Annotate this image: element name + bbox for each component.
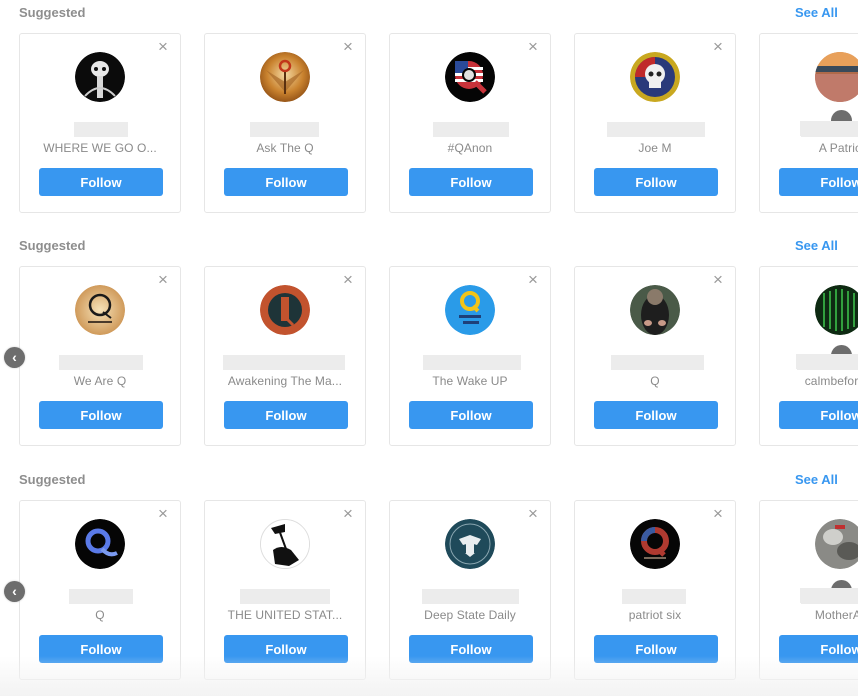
username-placeholder xyxy=(69,589,133,604)
suggested-section-1: Suggested See All × WHERE WE GO O... Fol… xyxy=(0,0,858,232)
avatar[interactable] xyxy=(630,285,680,335)
prev-arrow-button[interactable]: ‹ xyxy=(4,347,25,368)
account-name: THE UNITED STAT... xyxy=(227,608,343,622)
close-icon[interactable]: × xyxy=(526,505,540,522)
section-label: Suggested xyxy=(19,238,86,253)
follow-button[interactable]: Follow xyxy=(224,635,348,663)
account-name: Deep State Daily xyxy=(424,608,516,622)
account-name: A Patric xyxy=(818,141,858,155)
section-label: Suggested xyxy=(19,472,86,487)
follow-button[interactable]: Follow xyxy=(409,635,533,663)
avatar[interactable] xyxy=(815,52,858,102)
username-placeholder xyxy=(800,121,858,136)
avatar[interactable] xyxy=(630,519,680,569)
username-placeholder xyxy=(240,589,330,604)
username-placeholder xyxy=(611,355,704,370)
username-placeholder xyxy=(622,589,686,604)
follow-button[interactable]: Follow xyxy=(39,401,163,429)
username-placeholder xyxy=(59,355,143,370)
follow-button[interactable]: Follow xyxy=(39,635,163,663)
username-placeholder xyxy=(223,355,345,370)
follow-button[interactable]: Follow xyxy=(779,635,858,663)
account-name: patriot six xyxy=(628,608,682,622)
username-placeholder xyxy=(422,589,519,604)
follow-button[interactable]: Follow xyxy=(594,635,718,663)
section-label: Suggested xyxy=(19,5,86,20)
follow-button[interactable]: Follow xyxy=(779,401,858,429)
see-all-link[interactable]: See All xyxy=(795,5,838,20)
follow-button[interactable]: Follow xyxy=(594,168,718,196)
prev-arrow-button[interactable]: ‹ xyxy=(4,581,25,602)
suggestion-card: × Joe M Follow xyxy=(574,33,736,213)
avatar[interactable] xyxy=(815,285,858,335)
username-placeholder xyxy=(423,355,521,370)
suggested-section-3: Suggested See All × Q Follow × THE UNITE… xyxy=(0,467,858,699)
follow-button[interactable]: Follow xyxy=(594,401,718,429)
close-icon[interactable]: × xyxy=(156,271,170,288)
close-icon[interactable]: × xyxy=(711,38,725,55)
suggested-section-2: Suggested See All × We Are Q Follow × Aw… xyxy=(0,233,858,465)
avatar[interactable] xyxy=(75,285,125,335)
chevron-left-icon: ‹ xyxy=(12,349,17,365)
follow-button[interactable]: Follow xyxy=(409,168,533,196)
username-placeholder xyxy=(433,122,509,137)
avatar[interactable] xyxy=(75,519,125,569)
account-name: Q xyxy=(95,608,105,622)
account-name: We Are Q xyxy=(73,374,127,388)
username-placeholder xyxy=(607,122,705,137)
account-name: Ask The Q xyxy=(256,141,314,155)
avatar[interactable] xyxy=(445,285,495,335)
avatar[interactable] xyxy=(260,285,310,335)
username-placeholder xyxy=(800,588,858,603)
close-icon[interactable]: × xyxy=(341,271,355,288)
follow-button[interactable]: Follow xyxy=(409,401,533,429)
follow-button[interactable]: Follow xyxy=(39,168,163,196)
username-placeholder xyxy=(796,354,858,369)
close-icon[interactable]: × xyxy=(711,505,725,522)
suggestion-card: × #QAnon Follow xyxy=(389,33,551,213)
suggestion-card: × Q Follow xyxy=(19,500,181,680)
close-icon[interactable]: × xyxy=(341,505,355,522)
suggestion-card: × The Wake UP Follow xyxy=(389,266,551,446)
account-name: WHERE WE GO O... xyxy=(43,141,157,155)
avatar[interactable] xyxy=(75,52,125,102)
username-placeholder xyxy=(74,122,128,137)
suggestion-card: × WHERE WE GO O... Follow xyxy=(19,33,181,213)
see-all-link[interactable]: See All xyxy=(795,238,838,253)
avatar[interactable] xyxy=(630,52,680,102)
see-all-link[interactable]: See All xyxy=(795,472,838,487)
avatar[interactable] xyxy=(260,519,310,569)
close-icon[interactable]: × xyxy=(711,271,725,288)
close-icon[interactable]: × xyxy=(526,271,540,288)
close-icon[interactable]: × xyxy=(156,38,170,55)
close-icon[interactable]: × xyxy=(156,505,170,522)
suggestion-card: × Q Follow xyxy=(574,266,736,446)
account-name: calmbeforeth xyxy=(804,374,858,388)
avatar[interactable] xyxy=(260,52,310,102)
avatar[interactable] xyxy=(445,519,495,569)
follow-button[interactable]: Follow xyxy=(224,168,348,196)
suggestion-card: × patriot six Follow xyxy=(574,500,736,680)
close-icon[interactable]: × xyxy=(341,38,355,55)
account-name: The Wake UP xyxy=(432,374,508,388)
close-icon[interactable]: × xyxy=(526,38,540,55)
follow-button[interactable]: Follow xyxy=(779,168,858,196)
account-name: Q xyxy=(650,374,660,388)
suggestion-card: × We Are Q Follow xyxy=(19,266,181,446)
account-name: MotherAr xyxy=(814,608,858,622)
account-name: Joe M xyxy=(638,141,672,155)
avatar[interactable] xyxy=(815,519,858,569)
account-name: Awakening The Ma... xyxy=(227,374,343,388)
suggestion-card: × Deep State Daily Follow xyxy=(389,500,551,680)
suggestion-card: × THE UNITED STAT... Follow xyxy=(204,500,366,680)
chevron-left-icon: ‹ xyxy=(12,583,17,599)
suggestion-card: × Awakening The Ma... Follow xyxy=(204,266,366,446)
account-name: #QAnon xyxy=(447,141,493,155)
username-placeholder xyxy=(250,122,319,137)
follow-button[interactable]: Follow xyxy=(224,401,348,429)
avatar[interactable] xyxy=(445,52,495,102)
suggestion-card: × Ask The Q Follow xyxy=(204,33,366,213)
